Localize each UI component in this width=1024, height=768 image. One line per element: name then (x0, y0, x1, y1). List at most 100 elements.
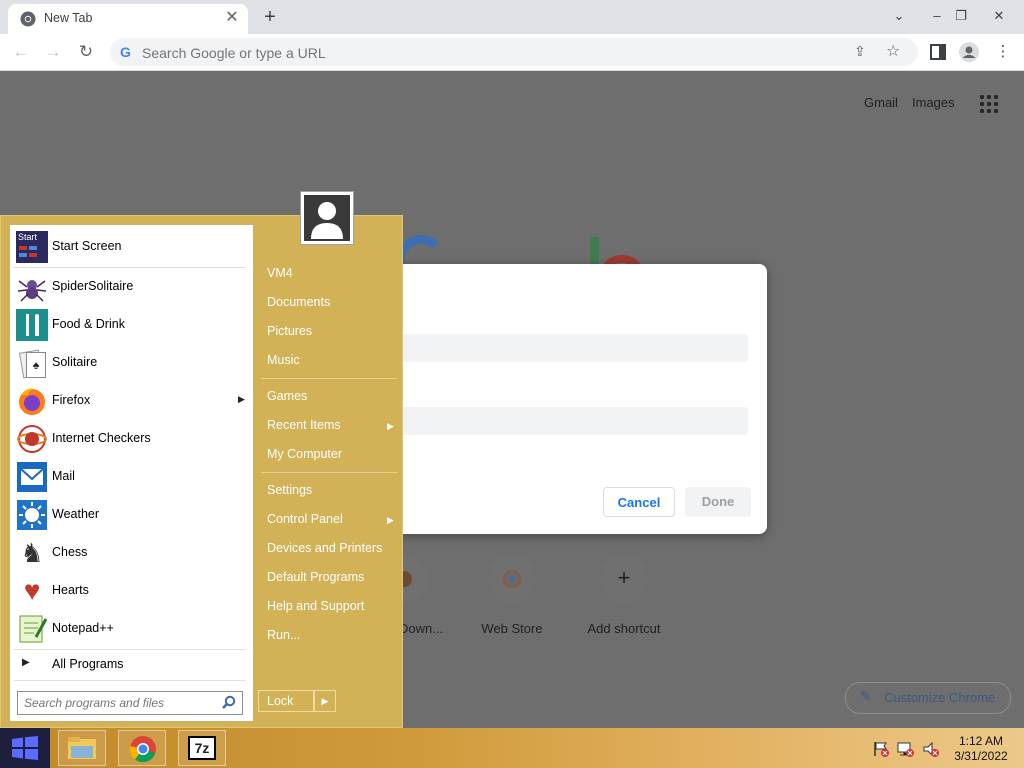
start-item-settings[interactable]: Settings (267, 483, 312, 497)
sun-icon (17, 500, 47, 530)
start-screen-icon: Start (16, 231, 48, 263)
taskbar-file-explorer[interactable] (58, 730, 106, 766)
pencil-icon: ✎ (860, 688, 872, 704)
system-clock[interactable]: 1:12 AM 3/31/2022 (946, 734, 1016, 764)
control-panel-arrow-icon: ▶ (387, 515, 394, 525)
restore-button[interactable]: ❐ (946, 3, 976, 29)
tab-close-icon[interactable]: ✕ (222, 8, 242, 28)
clock-time: 1:12 AM (958, 734, 1004, 748)
shortcut-web-store-icon[interactable] (488, 555, 536, 603)
program-notepad-plus-plus[interactable]: Notepad++ (14, 610, 249, 648)
spider-icon (17, 280, 47, 302)
program-food-drink[interactable]: Food & Drink (14, 306, 249, 344)
mail-icon (17, 462, 47, 492)
fork-knife-icon (16, 309, 48, 341)
customize-chrome-label: Customize Chrome (884, 690, 996, 705)
heart-icon: ♥ (23, 575, 41, 606)
share-icon[interactable]: ⇪ (854, 43, 866, 60)
lock-options-arrow-icon[interactable]: ▶ (314, 690, 336, 712)
chrome-icon (20, 11, 36, 27)
program-internet-checkers[interactable]: Internet Checkers (14, 420, 249, 458)
user-silhouette-icon (311, 202, 343, 239)
search-programs-input[interactable] (22, 694, 216, 712)
profile-avatar-icon[interactable] (959, 42, 979, 62)
tab-strip: New Tab ✕ + ⌄ – ❐ ✕ (0, 0, 1024, 34)
action-center-flag-icon[interactable] (872, 740, 890, 758)
images-link[interactable]: Images (912, 95, 955, 110)
start-item-documents[interactable]: Documents (267, 295, 330, 309)
start-item-my-computer[interactable]: My Computer (267, 447, 342, 461)
start-item-games[interactable]: Games (267, 389, 307, 403)
lock-button[interactable]: Lock (258, 690, 314, 712)
add-shortcut-label[interactable]: Add shortcut (569, 621, 679, 636)
user-avatar[interactable] (300, 191, 354, 245)
shortcut-url-field[interactable] (385, 407, 748, 435)
edit-shortcut-dialog: Cancel Done (385, 264, 767, 534)
shortcut-name-field[interactable] (385, 334, 748, 362)
program-weather[interactable]: Weather (14, 496, 249, 534)
gmail-link[interactable]: Gmail (864, 95, 898, 110)
search-programs-box[interactable] (17, 691, 243, 715)
cancel-button[interactable]: Cancel (603, 487, 675, 517)
play-arrow-icon: ▶ (22, 657, 30, 668)
7zip-icon: 7z (188, 736, 216, 760)
start-item-control-panel[interactable]: Control Panel (267, 512, 343, 526)
taskbar: 7z 1:12 AM 3/31/2022 (0, 728, 1024, 768)
cards-icon: ♠ (16, 347, 48, 379)
program-mail[interactable]: Mail (14, 458, 249, 496)
recent-items-arrow-icon: ▶ (387, 421, 394, 431)
start-item-help-support[interactable]: Help and Support (267, 599, 364, 613)
program-solitaire[interactable]: ♠ Solitaire (14, 344, 249, 382)
tab-new-tab[interactable]: New Tab ✕ (8, 4, 248, 34)
folder-icon (68, 737, 96, 759)
tab-title: New Tab (44, 11, 93, 25)
program-firefox[interactable]: Firefox ▶ (14, 382, 249, 420)
close-window-button[interactable]: ✕ (984, 3, 1014, 29)
taskbar-7zip[interactable]: 7z (178, 730, 226, 766)
search-icon[interactable] (222, 695, 236, 709)
new-tab-button[interactable]: + (258, 5, 282, 29)
program-chess[interactable]: ♞ Chess (14, 534, 249, 572)
omnibox[interactable]: G ⇪ ☆ (110, 38, 918, 66)
submenu-arrow-icon: ▶ (238, 394, 245, 404)
all-programs-button[interactable]: ▶ All Programs (14, 650, 249, 678)
start-menu: Start Start Screen SpiderSolitaire Food … (0, 215, 403, 728)
tab-search-icon[interactable]: ⌄ (884, 3, 914, 29)
notepad-icon (19, 615, 48, 643)
bookmark-star-icon[interactable]: ☆ (886, 41, 900, 61)
start-item-run[interactable]: Run... (267, 628, 300, 642)
google-g-icon: G (120, 44, 131, 60)
program-hearts[interactable]: ♥ Hearts (14, 572, 249, 610)
browser-toolbar: ← → ↻ G ⇪ ☆ ⋮ (0, 34, 1024, 71)
program-spidersolitaire[interactable]: SpiderSolitaire (14, 268, 249, 306)
side-panel-icon[interactable] (930, 44, 946, 60)
checkers-icon (17, 425, 47, 453)
windows-logo-icon (12, 736, 38, 760)
kebab-menu-icon[interactable]: ⋮ (990, 39, 1016, 65)
program-start-screen[interactable]: Start Start Screen (14, 228, 249, 266)
program-label: Start Screen (52, 239, 122, 253)
start-item-recent-items[interactable]: Recent Items (267, 418, 341, 432)
shortcut-web-store-label[interactable]: Web Store (457, 621, 567, 636)
forward-arrow-icon[interactable]: → (40, 39, 66, 65)
firefox-icon (19, 388, 45, 415)
start-item-music[interactable]: Music (267, 353, 300, 367)
add-shortcut-icon[interactable]: + (600, 555, 648, 603)
start-menu-programs-pane: Start Start Screen SpiderSolitaire Food … (9, 224, 254, 722)
start-button[interactable] (0, 728, 50, 768)
done-button[interactable]: Done (685, 487, 751, 517)
omnibox-input[interactable] (140, 42, 844, 64)
customize-chrome-button[interactable]: ✎ Customize Chrome (845, 682, 1011, 714)
start-item-devices-printers[interactable]: Devices and Printers (267, 541, 382, 555)
start-item-default-programs[interactable]: Default Programs (267, 570, 364, 584)
chrome-color-icon (129, 736, 156, 763)
reload-icon[interactable]: ↻ (73, 39, 99, 65)
taskbar-chrome[interactable] (118, 730, 166, 766)
volume-muted-icon[interactable] (922, 740, 940, 758)
google-apps-icon[interactable] (980, 95, 1000, 115)
start-item-vm4[interactable]: VM4 (267, 266, 293, 280)
network-icon[interactable] (897, 740, 915, 758)
clock-date: 3/31/2022 (954, 749, 1008, 763)
back-arrow-icon[interactable]: ← (8, 39, 34, 65)
start-item-pictures[interactable]: Pictures (267, 324, 312, 338)
